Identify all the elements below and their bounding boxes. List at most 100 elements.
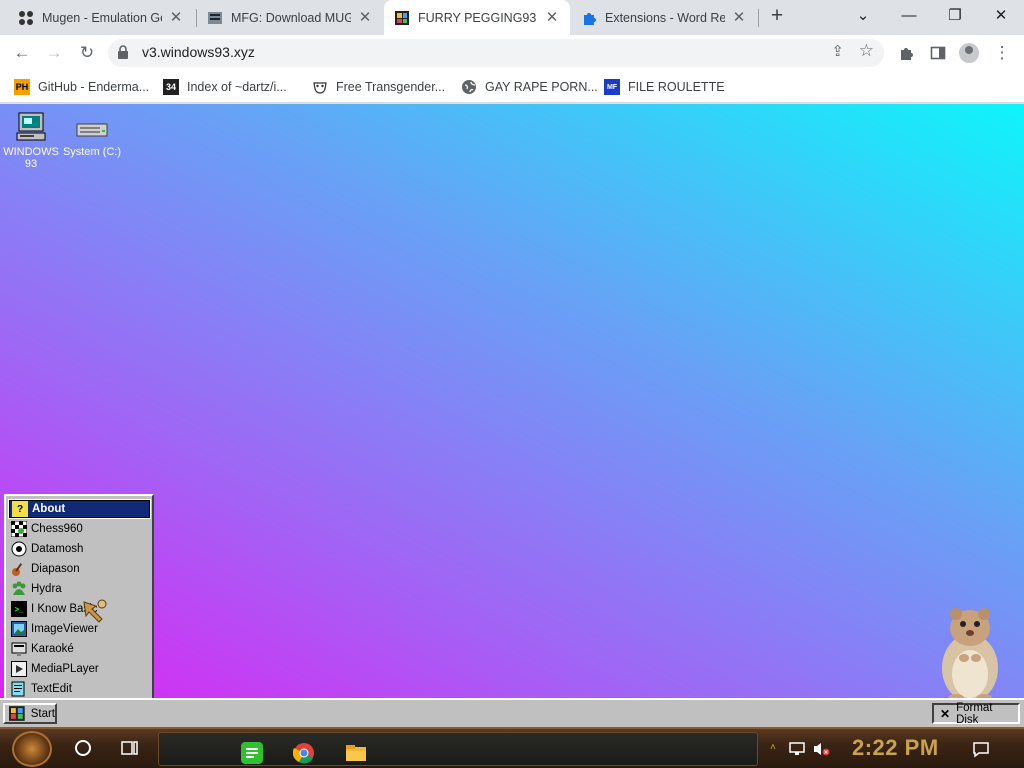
- file-roulette-icon: MF: [604, 79, 620, 95]
- start-gear-icon[interactable]: [12, 731, 52, 767]
- chess-icon: [11, 521, 27, 537]
- desktop-icon-windows93[interactable]: WINDOWS 93: [1, 112, 61, 170]
- ph-icon: PH: [14, 79, 30, 95]
- computer-icon: [15, 112, 47, 142]
- taskbar-clock[interactable]: 2:22 PM: [852, 735, 939, 761]
- bookmark-github[interactable]: PH GitHub - Enderma...: [14, 77, 149, 97]
- menu-item-label: Karaoké: [31, 643, 74, 655]
- karaoke-icon: [11, 641, 27, 657]
- tab-mugen[interactable]: Mugen - Emulation Ge ✕: [8, 0, 194, 35]
- globe-icon: [461, 79, 477, 95]
- start-menu-item-datamosh[interactable]: Datamosh: [9, 540, 150, 558]
- image-icon: [11, 621, 27, 637]
- network-icon[interactable]: [788, 741, 806, 757]
- menu-kebab-icon[interactable]: ⋮: [990, 41, 1014, 65]
- close-window-button[interactable]: ✕: [987, 4, 1015, 28]
- tab-title: Mugen - Emulation Ge: [42, 10, 162, 25]
- hydra-icon: [11, 581, 27, 597]
- start-menu-item-mediaplayer[interactable]: MediaPLayer: [9, 660, 150, 678]
- side-panel-icon[interactable]: [926, 41, 950, 65]
- reload-icon[interactable]: ↻: [75, 41, 99, 65]
- minimize-button[interactable]: —: [895, 4, 923, 28]
- tab-title: Extensions - Word Re: [605, 10, 725, 25]
- start-menu-item-about[interactable]: ? About: [8, 499, 151, 519]
- extensions-puzzle-icon[interactable]: [894, 41, 918, 65]
- notifications-icon[interactable]: [972, 740, 990, 758]
- cursor-icon: [83, 599, 107, 623]
- puzzle-icon: [581, 10, 597, 26]
- close-tab-icon[interactable]: ✕: [544, 9, 560, 26]
- chrome-icon[interactable]: [293, 742, 315, 764]
- task-view-icon[interactable]: [121, 739, 139, 757]
- address-bar[interactable]: v3.windows93.xyz ⇪ ☆: [108, 39, 884, 67]
- menu-item-label: Hydra: [31, 583, 62, 595]
- forward-arrow-icon[interactable]: →: [42, 41, 66, 65]
- close-icon: ✕: [940, 706, 951, 721]
- help-icon: ?: [12, 501, 28, 517]
- hamster-mascot-icon[interactable]: [926, 600, 1010, 698]
- task-label: Format Disk: [956, 701, 993, 726]
- start-menu-item-chess960[interactable]: Chess960: [9, 520, 150, 538]
- tab-mfg[interactable]: MFG: Download MUGE ✕: [197, 0, 383, 35]
- url-text: v3.windows93.xyz: [142, 44, 255, 60]
- bookmark-index-dartz[interactable]: 34 Index of ~dartz/i...: [163, 77, 287, 97]
- menu-item-label: Datamosh: [31, 543, 84, 555]
- bookmark-file-roulette[interactable]: MF FILE ROULETTE: [604, 77, 725, 97]
- close-tab-icon[interactable]: ✕: [168, 9, 184, 26]
- menu-item-label: MediaPLayer: [31, 663, 99, 675]
- start-button[interactable]: Start: [3, 703, 57, 724]
- tab-extensions[interactable]: Extensions - Word Re ✕: [571, 0, 757, 35]
- share-icon[interactable]: ⇪: [831, 42, 844, 60]
- start-menu-item-karaoke[interactable]: Karaoké: [9, 640, 150, 658]
- browser-toolbar: ← → ↻ v3.windows93.xyz ⇪ ☆ ⋮: [0, 35, 1024, 71]
- menu-item-label: Diapason: [31, 563, 80, 575]
- mugen-favicon-icon: [18, 10, 34, 26]
- bookmark-label: Index of ~dartz/i...: [187, 80, 287, 94]
- bookmark-star-icon[interactable]: ☆: [859, 41, 874, 61]
- mfg-favicon-icon: [207, 10, 223, 26]
- back-arrow-icon[interactable]: ←: [10, 41, 34, 65]
- menu-item-label: About: [32, 503, 66, 515]
- tab-title: FURRY PEGGING93: [418, 10, 537, 25]
- guitar-icon: [11, 561, 27, 577]
- close-tab-icon[interactable]: ✕: [357, 9, 373, 26]
- bookmark-label: FILE ROULETTE: [628, 80, 725, 94]
- start-menu-item-diapason[interactable]: Diapason: [9, 560, 150, 578]
- pinned-apps-panel: [158, 732, 758, 766]
- file-explorer-icon[interactable]: [345, 742, 367, 764]
- profile-avatar[interactable]: [959, 43, 979, 63]
- datamosh-icon: [11, 541, 27, 557]
- start-label: Start: [30, 707, 55, 720]
- restore-button[interactable]: ❐: [941, 4, 969, 28]
- show-hidden-icons[interactable]: ˄: [770, 742, 776, 753]
- tab-separator: [758, 9, 759, 27]
- desktop-icon-label: System (C:): [62, 146, 122, 158]
- bookmark-gay-rape-porn[interactable]: GAY RAPE PORN...: [461, 77, 598, 97]
- desktop-icon-label: WINDOWS 93: [3, 146, 59, 170]
- new-tab-button[interactable]: +: [766, 5, 788, 28]
- close-tab-icon[interactable]: ✕: [731, 9, 747, 26]
- drive-icon: [76, 120, 108, 142]
- start-menu-item-textedit[interactable]: TextEdit: [9, 680, 150, 698]
- task-format-disk[interactable]: ✕ Format Disk: [932, 701, 1020, 726]
- menu-item-label: Chess960: [31, 523, 83, 535]
- tab-title: MFG: Download MUGE: [231, 10, 351, 25]
- notes-app-icon[interactable]: [241, 742, 263, 764]
- textedit-icon: [11, 681, 27, 697]
- search-circle-icon[interactable]: [75, 740, 91, 756]
- bookmark-label: Free Transgender...: [336, 80, 446, 94]
- start-menu: ? About Chess960 Datamosh Diapason Hydra…: [4, 494, 154, 702]
- tab-search-icon[interactable]: ⌄: [849, 4, 877, 28]
- browser-tab-strip: Mugen - Emulation Ge ✕ MFG: Download MUG…: [0, 0, 1024, 35]
- bookmark-label: GAY RAPE PORN...: [485, 80, 598, 94]
- bookmark-label: GitHub - Enderma...: [38, 80, 150, 94]
- bookmark-free-transgender[interactable]: Free Transgender...: [312, 77, 445, 97]
- mask-icon: [312, 79, 328, 95]
- menu-item-label: TextEdit: [31, 683, 72, 695]
- tab-windows93[interactable]: FURRY PEGGING93 ✕: [384, 0, 570, 35]
- windows93-logo-icon: [9, 706, 25, 721]
- volume-muted-icon[interactable]: [812, 741, 830, 757]
- desktop-icon-system-c[interactable]: System (C:): [62, 120, 122, 158]
- bookmarks-bar: PH GitHub - Enderma... 34 Index of ~dart…: [0, 71, 1024, 103]
- windows93-taskbar: Start ✕ Format Disk: [0, 698, 1024, 727]
